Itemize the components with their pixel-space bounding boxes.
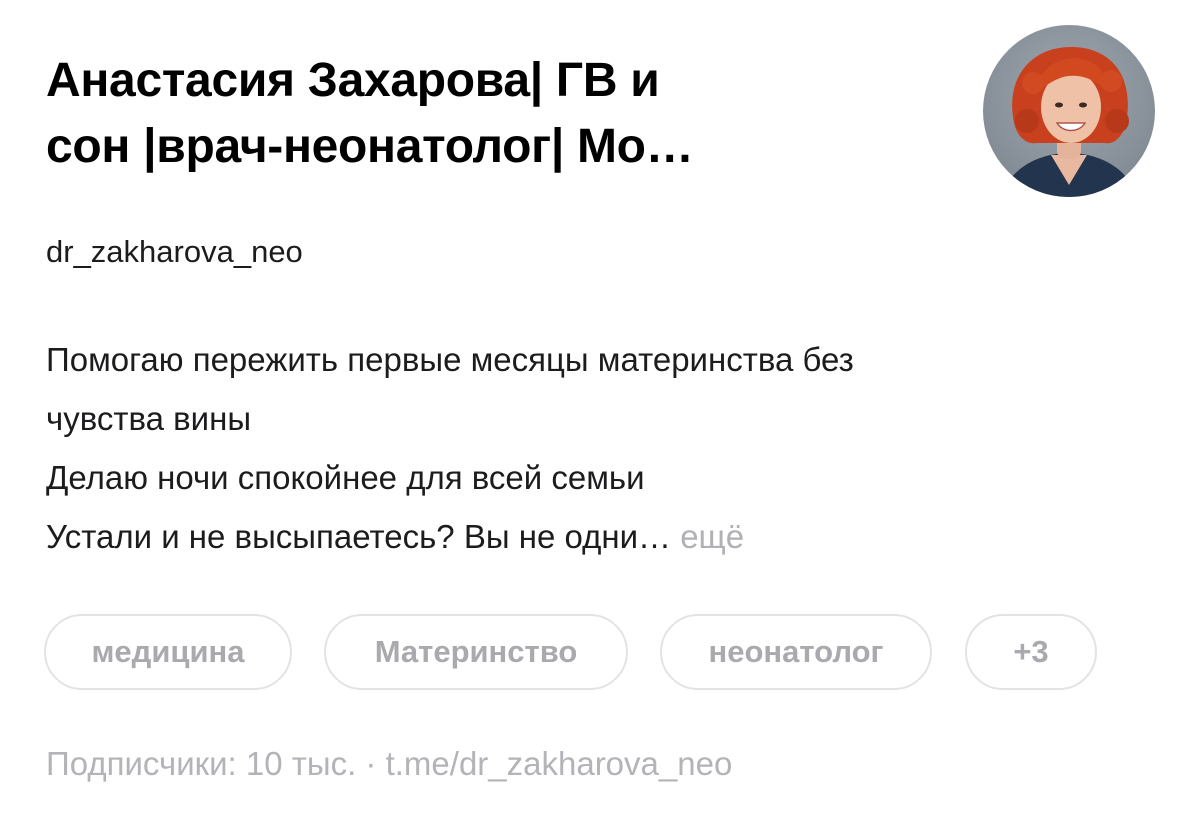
tag-chip[interactable]: неонатолог [660,614,932,690]
description-line-3: Делаю ночи спокойнее для всей семьи [46,459,645,496]
footer-separator: · [365,745,377,782]
subscriber-count: Подписчики: 10 тыс. [46,745,357,782]
tag-chip[interactable]: Материнство [324,614,628,690]
channel-username[interactable]: dr_zakharova_neo [46,234,303,270]
avatar[interactable] [983,25,1155,197]
channel-profile-card: Анастасия Захарова| ГВ и сон |врач-неона… [0,0,1200,840]
description-line-4: Устали и не высыпаетесь? Вы не одни… ещё [46,507,1146,566]
channel-link[interactable]: t.me/dr_zakharova_neo [386,745,733,782]
more-tags-chip[interactable]: +3 [965,614,1097,690]
channel-title: Анастасия Захарова| ГВ и сон |врач-неона… [46,48,946,180]
channel-title-line-1: Анастасия Захарова| ГВ и [46,54,660,107]
channel-footer: Подписчики: 10 тыс. · t.me/dr_zakharova_… [46,745,732,783]
profile-photo-icon [983,25,1155,197]
description-line-2: чувства вины [46,400,252,437]
channel-title-line-2: сон |врач-неонатолог| Мо… [46,120,694,173]
channel-description: Помогаю пережить первые месяцы материнст… [46,330,1146,566]
show-more-link[interactable]: ещё [680,518,744,555]
description-line-1: Помогаю пережить первые месяцы материнст… [46,341,854,378]
tag-chip[interactable]: медицина [44,614,292,690]
description-line-4-text: Устали и не высыпаетесь? Вы не одни… [46,518,672,555]
